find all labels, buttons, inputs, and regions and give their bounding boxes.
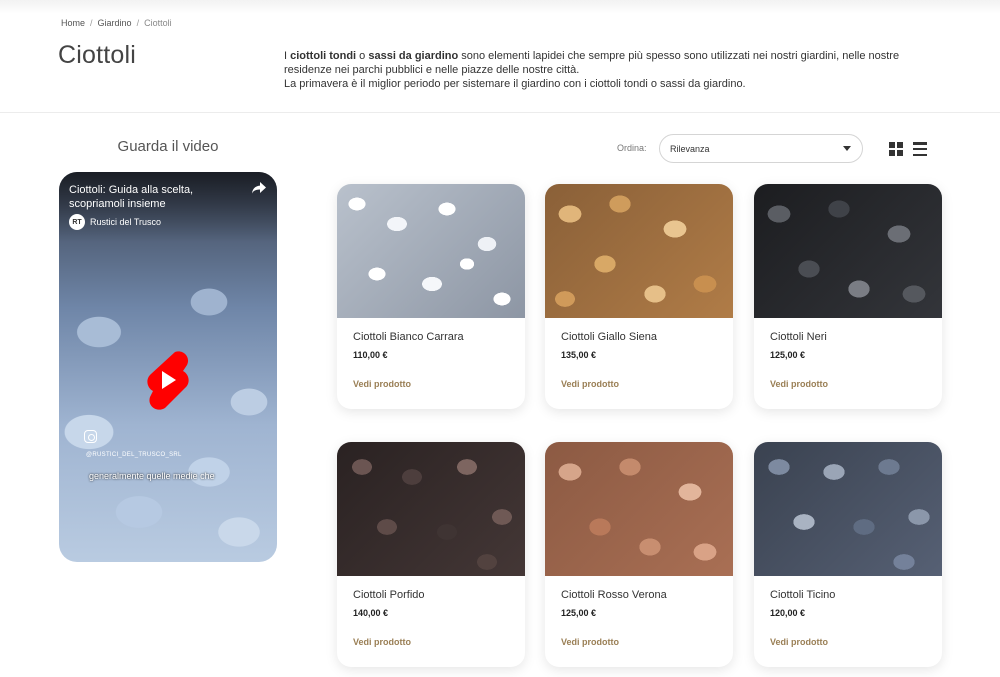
intro-text-part: La primavera è il miglior periodo per si… <box>284 78 746 90</box>
product-card[interactable]: Ciottoli Porfido 140,00 € Vedi prodotto <box>337 442 525 667</box>
product-price: 110,00 € <box>353 350 388 360</box>
product-name[interactable]: Ciottoli Bianco Carrara <box>353 331 464 343</box>
sort-dropdown[interactable]: Rilevanza <box>659 134 863 163</box>
grid-cell <box>897 142 903 148</box>
instagram-icon <box>84 430 97 443</box>
video-heading: Guarda il video <box>117 138 219 155</box>
view-product-link[interactable]: Vedi prodotto <box>770 637 828 647</box>
youtube-shorts-play-icon[interactable] <box>145 350 191 412</box>
grid-cell <box>889 150 895 156</box>
view-product-link[interactable]: Vedi prodotto <box>561 379 619 389</box>
breadcrumb-giardino[interactable]: Giardino <box>98 18 132 28</box>
breadcrumb-home[interactable]: Home <box>61 18 85 28</box>
channel-logo: RT <box>69 214 85 230</box>
intro-bold-sassi: sassi da giardino <box>368 50 459 62</box>
product-image[interactable] <box>337 442 525 576</box>
video-player[interactable]: Ciottoli: Guida alla scelta, scopriamoli… <box>59 172 277 562</box>
product-image[interactable] <box>754 442 942 576</box>
video-caption: generalmente quelle medie che <box>89 471 215 481</box>
product-card[interactable]: Ciottoli Bianco Carrara 110,00 € Vedi pr… <box>337 184 525 409</box>
breadcrumb-separator: / <box>90 18 93 28</box>
product-image[interactable] <box>545 442 733 576</box>
share-icon[interactable] <box>251 181 267 195</box>
product-price: 140,00 € <box>353 608 389 618</box>
product-price: 135,00 € <box>561 350 597 360</box>
product-image[interactable] <box>545 184 733 318</box>
product-image[interactable] <box>337 184 525 318</box>
product-card[interactable]: Ciottoli Giallo Siena 135,00 € Vedi prod… <box>545 184 733 409</box>
grid-cell <box>889 142 895 148</box>
list-line <box>913 147 927 151</box>
list-line <box>913 142 927 145</box>
video-title[interactable]: Ciottoli: Guida alla scelta, scopriamoli… <box>69 183 239 211</box>
list-line <box>913 153 927 156</box>
product-price: 125,00 € <box>770 350 806 360</box>
product-name[interactable]: Ciottoli Rosso Verona <box>561 589 667 601</box>
product-price: 125,00 € <box>561 608 597 618</box>
instagram-handle: @RUSTICI_DEL_TRUSCO_SRL <box>86 452 182 458</box>
product-image[interactable] <box>754 184 942 318</box>
product-name[interactable]: Ciottoli Porfido <box>353 589 425 601</box>
list-view-icon[interactable] <box>913 142 927 156</box>
breadcrumb-separator: / <box>136 18 140 28</box>
sort-label: Ordina: <box>617 143 647 153</box>
breadcrumb: Home / Giardino / Ciottoli <box>61 18 172 28</box>
product-name[interactable]: Ciottoli Ticino <box>770 589 835 601</box>
view-product-link[interactable]: Vedi prodotto <box>353 637 411 647</box>
intro-bold-ciottoli-tondi: ciottoli tondi <box>290 50 357 62</box>
chevron-down-icon <box>843 146 851 151</box>
intro-text: I ciottoli tondi o sassi da giardino son… <box>284 49 934 91</box>
sort-selected-value: Rilevanza <box>670 143 710 154</box>
grid-view-icon[interactable] <box>889 142 903 156</box>
channel-name: Rustici del Trusco <box>90 217 162 227</box>
intro-text-part: o <box>356 50 369 62</box>
header-divider <box>0 112 1000 113</box>
product-card[interactable]: Ciottoli Ticino 120,00 € Vedi prodotto <box>754 442 942 667</box>
product-name[interactable]: Ciottoli Giallo Siena <box>561 331 657 343</box>
product-card[interactable]: Ciottoli Neri 125,00 € Vedi prodotto <box>754 184 942 409</box>
grid-cell <box>897 150 903 156</box>
product-card[interactable]: Ciottoli Rosso Verona 125,00 € Vedi prod… <box>545 442 733 667</box>
breadcrumb-current: Ciottoli <box>144 18 172 28</box>
page-title: Ciottoli <box>58 41 137 69</box>
top-bar <box>0 0 1000 14</box>
product-name[interactable]: Ciottoli Neri <box>770 331 827 343</box>
view-product-link[interactable]: Vedi prodotto <box>770 379 828 389</box>
video-channel[interactable]: RT Rustici del Trusco <box>69 214 161 230</box>
view-product-link[interactable]: Vedi prodotto <box>561 637 619 647</box>
product-price: 120,00 € <box>770 608 806 618</box>
view-product-link[interactable]: Vedi prodotto <box>353 379 411 389</box>
